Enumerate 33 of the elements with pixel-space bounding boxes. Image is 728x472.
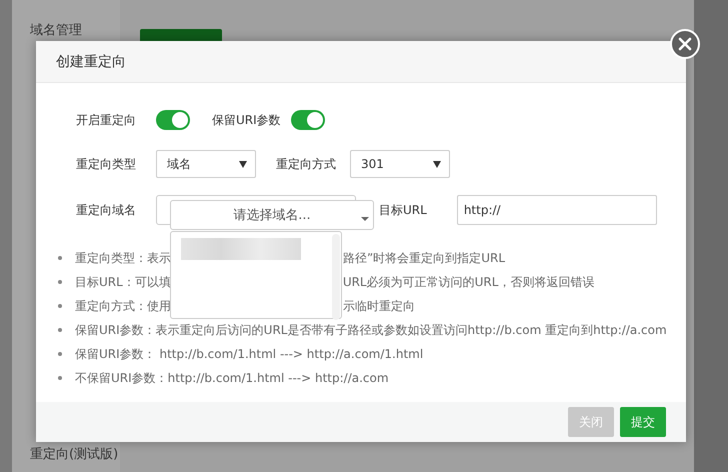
dialog-title: 创建重定向 — [56, 52, 126, 70]
domain-select-dropdown[interactable]: 请选择域名... — [170, 200, 374, 230]
note-text: URL必须为可正常访问的URL，否则将返回错误 — [342, 274, 594, 290]
bullet-icon — [58, 328, 62, 332]
note-text: 重定向方式：使用 — [75, 298, 171, 314]
select-label: 重定向类型 — [76, 156, 137, 172]
note-text: 保留URI参数：表示重定向后访问的URL是否带有子路径或参数如设置访问http://b.com 重定向到http://a.com — [75, 322, 667, 338]
note-text: 保留URI参数： http://b.com/1.html ---> http://a.com/1.html — [75, 346, 424, 362]
caret-icon — [433, 160, 441, 168]
select-label: 重定向方式 — [276, 156, 336, 172]
target-url-field[interactable]: http:// — [456, 195, 657, 225]
caret-icon — [361, 217, 369, 221]
note-text: 不保留URI参数：http://b.com/1.html ---> http://a.com — [75, 370, 389, 386]
toggle-switch[interactable] — [156, 110, 190, 130]
target-url-label: 目标URL — [379, 202, 427, 218]
toggle-switch[interactable] — [290, 110, 325, 130]
select-field[interactable]: 域名 — [156, 150, 256, 178]
note-text: 示临时重定向 — [343, 298, 415, 314]
note-text: 路径”时将会重定向到指定URL — [343, 250, 506, 266]
toggle-label: 保留URI参数 — [212, 112, 281, 128]
bullet-icon — [58, 304, 62, 308]
sidebar-item: 重定向(测试版) — [29, 446, 120, 464]
bullet-icon — [58, 376, 62, 380]
sidebar-item: 域名管理 — [29, 22, 83, 40]
bullet-icon — [58, 256, 62, 260]
domain-label: 重定向域名 — [76, 202, 137, 218]
select-field[interactable]: 301 — [350, 150, 450, 178]
bullet-icon — [58, 352, 62, 356]
toggle-label: 开启重定向 — [76, 112, 137, 128]
bullet-icon — [58, 280, 62, 284]
note-text: 目标URL：可以填 — [75, 274, 171, 290]
note-text: 重定向类型：表示 — [75, 250, 171, 266]
caret-icon — [239, 160, 247, 168]
